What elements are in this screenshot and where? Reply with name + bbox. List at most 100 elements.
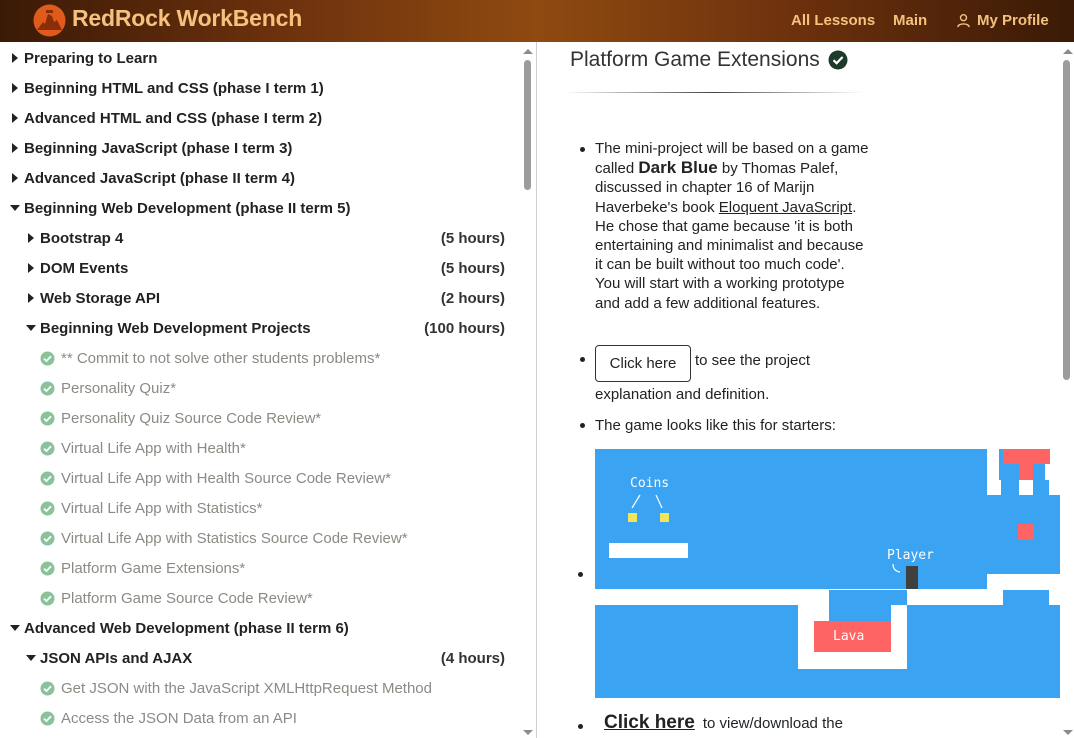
starter-preview-text: The game looks like this for starters:: [595, 417, 836, 434]
sidebar-section-item[interactable]: Beginning JavaScript (phase I term 3): [8, 133, 505, 163]
sidebar-section-item[interactable]: JSON APIs and AJAX (4 hours): [24, 643, 505, 673]
game-player: [906, 566, 918, 589]
lesson-item[interactable]: Get JSON with the JavaScript XMLHttpRequ…: [40, 673, 505, 703]
content-scrollbar[interactable]: [1060, 42, 1074, 738]
lesson-item[interactable]: Virtual Life App with Health*: [40, 433, 505, 463]
sidebar-section-item[interactable]: Preparing to Learn: [8, 43, 505, 73]
scroll-thumb[interactable]: [524, 60, 531, 190]
page-title-text: Platform Game Extensions: [570, 48, 820, 71]
sidebar-item-label: Beginning Web Development Projects: [40, 319, 311, 337]
check-circle-icon: [40, 441, 55, 456]
sidebar-item-label: Personality Quiz*: [61, 379, 177, 397]
game-coin: [660, 513, 669, 522]
caret-down-icon[interactable]: [8, 621, 22, 635]
check-circle-icon: [40, 531, 55, 546]
check-circle-icon: [828, 50, 848, 70]
check-circle-icon: [40, 501, 55, 516]
caret-down-icon[interactable]: [8, 201, 22, 215]
sidebar-section-item[interactable]: Advanced HTML and CSS (phase I term 2): [8, 103, 505, 133]
game-lava-block: [1019, 464, 1033, 480]
lesson-item[interactable]: ** Commit to not solve other students pr…: [40, 343, 505, 373]
sidebar-item-label: Get JSON with the JavaScript XMLHttpRequ…: [61, 679, 432, 697]
page-title: Platform Game Extensions: [570, 48, 848, 72]
scroll-down-arrow[interactable]: [523, 730, 533, 735]
caret-right-icon[interactable]: [24, 231, 38, 245]
check-circle-icon: [40, 681, 55, 696]
scroll-down-arrow[interactable]: [1063, 730, 1073, 735]
project-explanation-button[interactable]: Click here: [595, 345, 691, 382]
scroll-up-arrow[interactable]: [523, 49, 533, 54]
intro-paragraph: The mini-project will be based on a game…: [595, 139, 871, 313]
brand-name[interactable]: RedRock WorkBench: [72, 5, 302, 32]
download-item: Click here to view/download the: [604, 712, 843, 734]
user-icon: [957, 13, 970, 28]
caret-right-icon[interactable]: [8, 141, 22, 155]
sidebar-section-item[interactable]: Web Storage API (2 hours): [24, 283, 505, 313]
lesson-item[interactable]: Virtual Life App with Statistics*: [40, 493, 505, 523]
sidebar-item-label: Virtual Life App with Statistics*: [61, 499, 263, 517]
sidebar-item-label: Beginning JavaScript (phase I term 3): [24, 139, 293, 157]
game-player-label: Player: [887, 548, 934, 563]
lesson-item[interactable]: Personality Quiz Source Code Review*: [40, 403, 505, 433]
lesson-tree-scrollbar[interactable]: [520, 42, 536, 738]
sidebar-section-item[interactable]: Advanced Web Development (phase II term …: [8, 613, 505, 643]
sidebar-item-label: Beginning HTML and CSS (phase I term 1): [24, 79, 324, 97]
bullet-dot: [578, 724, 583, 729]
game-name: Dark Blue: [638, 158, 718, 178]
caret-right-icon[interactable]: [24, 261, 38, 275]
nav-my-profile-label: My Profile: [977, 12, 1049, 29]
caret-right-icon[interactable]: [8, 81, 22, 95]
check-circle-icon: [40, 411, 55, 426]
sidebar-section-item[interactable]: Beginning Web Development Projects (100 h…: [24, 313, 505, 343]
sidebar-item-label: Web Storage API: [40, 289, 161, 307]
redrock-logo-icon[interactable]: [33, 4, 66, 37]
game-lava-block: [1003, 449, 1050, 464]
nav-main[interactable]: Main: [893, 12, 927, 29]
check-circle-icon: [40, 561, 55, 576]
game-coin: [628, 513, 637, 522]
sidebar-section-item[interactable]: Beginning HTML and CSS (phase I term 1): [8, 73, 505, 103]
sidebar-item-label: ** Commit to not solve other students pr…: [61, 349, 381, 367]
lesson-item[interactable]: Virtual Life App with Statistics Source …: [40, 523, 505, 553]
sidebar-section-item[interactable]: Beginning Web Development (phase II term…: [8, 193, 505, 223]
lesson-item[interactable]: Platform Game Extensions*: [40, 553, 505, 583]
sidebar-section-item[interactable]: DOM Events (5 hours): [24, 253, 505, 283]
lesson-item[interactable]: Access the JSON Data from an API: [40, 703, 505, 733]
caret-right-icon[interactable]: [8, 111, 22, 125]
nav-my-profile[interactable]: My Profile: [956, 12, 1049, 29]
sidebar-item-label: Virtual Life App with Health Source Code…: [61, 469, 391, 487]
scroll-thumb[interactable]: [1063, 60, 1070, 380]
sidebar-item-label: Platform Game Extensions*: [61, 559, 246, 577]
caret-right-icon[interactable]: [8, 171, 22, 185]
lesson-item[interactable]: Personality Quiz*: [40, 373, 505, 403]
sidebar-section-item[interactable]: Advanced JavaScript (phase II term 4): [8, 163, 505, 193]
lesson-hours: (5 hours): [440, 229, 505, 247]
check-circle-icon: [40, 351, 55, 366]
check-circle-icon: [40, 711, 55, 726]
download-link[interactable]: Click here: [604, 712, 695, 734]
project-explanation-text: to see the project: [695, 352, 811, 369]
game-screenshot-image: Coins Player Lava: [595, 449, 1060, 698]
check-circle-icon: [40, 591, 55, 606]
sidebar-item-label: Advanced HTML and CSS (phase I term 2): [24, 109, 323, 127]
bullet-dot: [580, 357, 585, 362]
caret-down-icon[interactable]: [24, 321, 38, 335]
lesson-item[interactable]: Virtual Life App with Health Source Code…: [40, 463, 505, 493]
sidebar-section-item[interactable]: Bootstrap 4 (5 hours): [24, 223, 505, 253]
lesson-content-panel: Platform Game Extensions The mini-projec…: [538, 42, 1060, 738]
sidebar-item-label: DOM Events: [40, 259, 129, 277]
eloquent-javascript-link[interactable]: Eloquent JavaScript: [719, 199, 852, 216]
lesson-item[interactable]: Platform Game Source Code Review*: [40, 583, 505, 613]
game-ledge: [609, 543, 688, 558]
lesson-tree-panel: Preparing to Learn Beginning HTML and CSS…: [0, 42, 537, 738]
sidebar-item-label: Access the JSON Data from an API: [61, 709, 297, 727]
caret-right-icon[interactable]: [8, 51, 22, 65]
caret-right-icon[interactable]: [24, 291, 38, 305]
sidebar-item-label: Preparing to Learn: [24, 49, 158, 67]
scroll-up-arrow[interactable]: [1063, 49, 1073, 54]
caret-down-icon[interactable]: [24, 651, 38, 665]
nav-all-lessons[interactable]: All Lessons: [791, 12, 875, 29]
sidebar-item-label: Advanced Web Development (phase II term …: [24, 619, 349, 637]
sidebar-item-label: Bootstrap 4: [40, 229, 124, 247]
lesson-hours: (5 hours): [440, 259, 505, 277]
